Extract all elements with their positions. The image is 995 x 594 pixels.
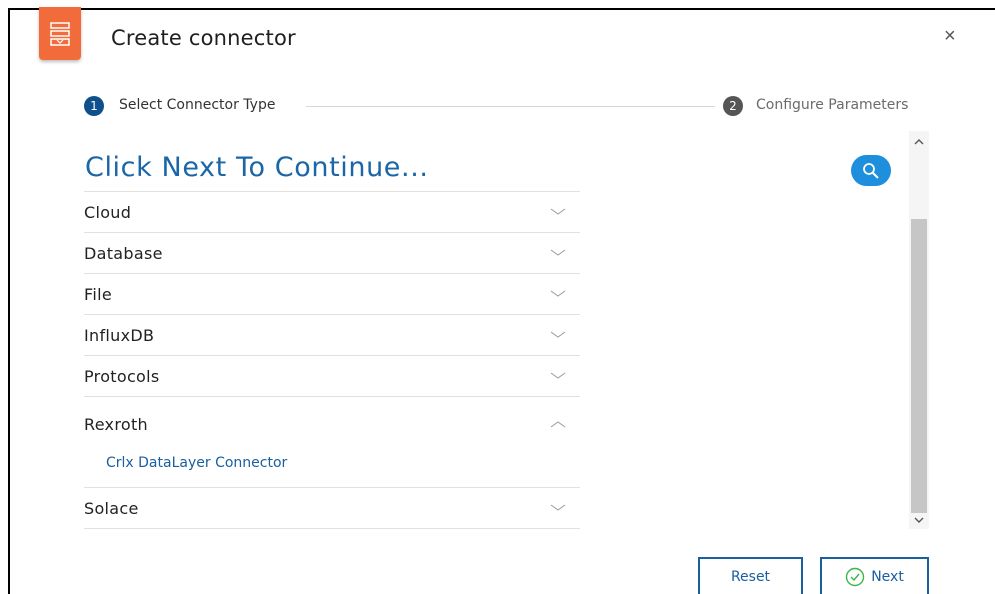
chevron-down-icon xyxy=(550,372,566,379)
category-database[interactable]: Database xyxy=(84,233,580,274)
page-heading: Click Next To Continue... xyxy=(85,152,429,183)
category-label: Cloud xyxy=(84,203,132,222)
scroll-up-arrow-icon[interactable] xyxy=(912,136,926,148)
category-cloud[interactable]: Cloud xyxy=(84,192,580,233)
category-label: Database xyxy=(84,244,163,263)
search-button[interactable] xyxy=(851,155,891,186)
chevron-down-icon xyxy=(550,208,566,215)
chevron-down-icon xyxy=(550,290,566,297)
dialog-title: Create connector xyxy=(111,26,296,50)
step-2-number: 2 xyxy=(723,96,743,116)
category-label: InfluxDB xyxy=(84,326,155,345)
check-circle-icon xyxy=(845,567,865,586)
connector-option-crlx-datalayer[interactable]: Crlx DataLayer Connector xyxy=(106,455,287,471)
next-button-label: Next xyxy=(871,568,904,585)
category-label: File xyxy=(84,285,112,304)
chevron-down-icon xyxy=(550,504,566,511)
step-1-number: 1 xyxy=(84,96,104,116)
category-label: Solace xyxy=(84,499,139,518)
category-rexroth[interactable]: Rexroth Crlx DataLayer Connector xyxy=(84,397,580,488)
step-2-label: Configure Parameters xyxy=(756,97,909,113)
reset-button-label: Reset xyxy=(730,568,771,585)
stepper-divider xyxy=(306,106,715,107)
server-connector-icon xyxy=(39,7,81,60)
connector-category-list: Cloud Database File InfluxDB Protocols R… xyxy=(84,191,580,529)
step-1-label: Select Connector Type xyxy=(119,97,276,113)
category-influxdb[interactable]: InfluxDB xyxy=(84,315,580,356)
category-solace[interactable]: Solace xyxy=(84,488,580,529)
scroll-down-arrow-icon[interactable] xyxy=(912,514,926,526)
close-icon[interactable]: × xyxy=(944,26,956,46)
search-icon xyxy=(863,162,879,179)
chevron-down-icon xyxy=(550,249,566,256)
chevron-up-icon xyxy=(550,421,566,428)
category-label: Rexroth xyxy=(84,415,148,434)
chevron-down-icon xyxy=(550,331,566,338)
category-label: Protocols xyxy=(84,367,160,386)
scrollbar-thumb[interactable] xyxy=(911,219,927,513)
reset-button[interactable]: Reset xyxy=(698,557,803,594)
category-protocols[interactable]: Protocols xyxy=(84,356,580,397)
next-button[interactable]: Next xyxy=(820,557,929,594)
category-file[interactable]: File xyxy=(84,274,580,315)
